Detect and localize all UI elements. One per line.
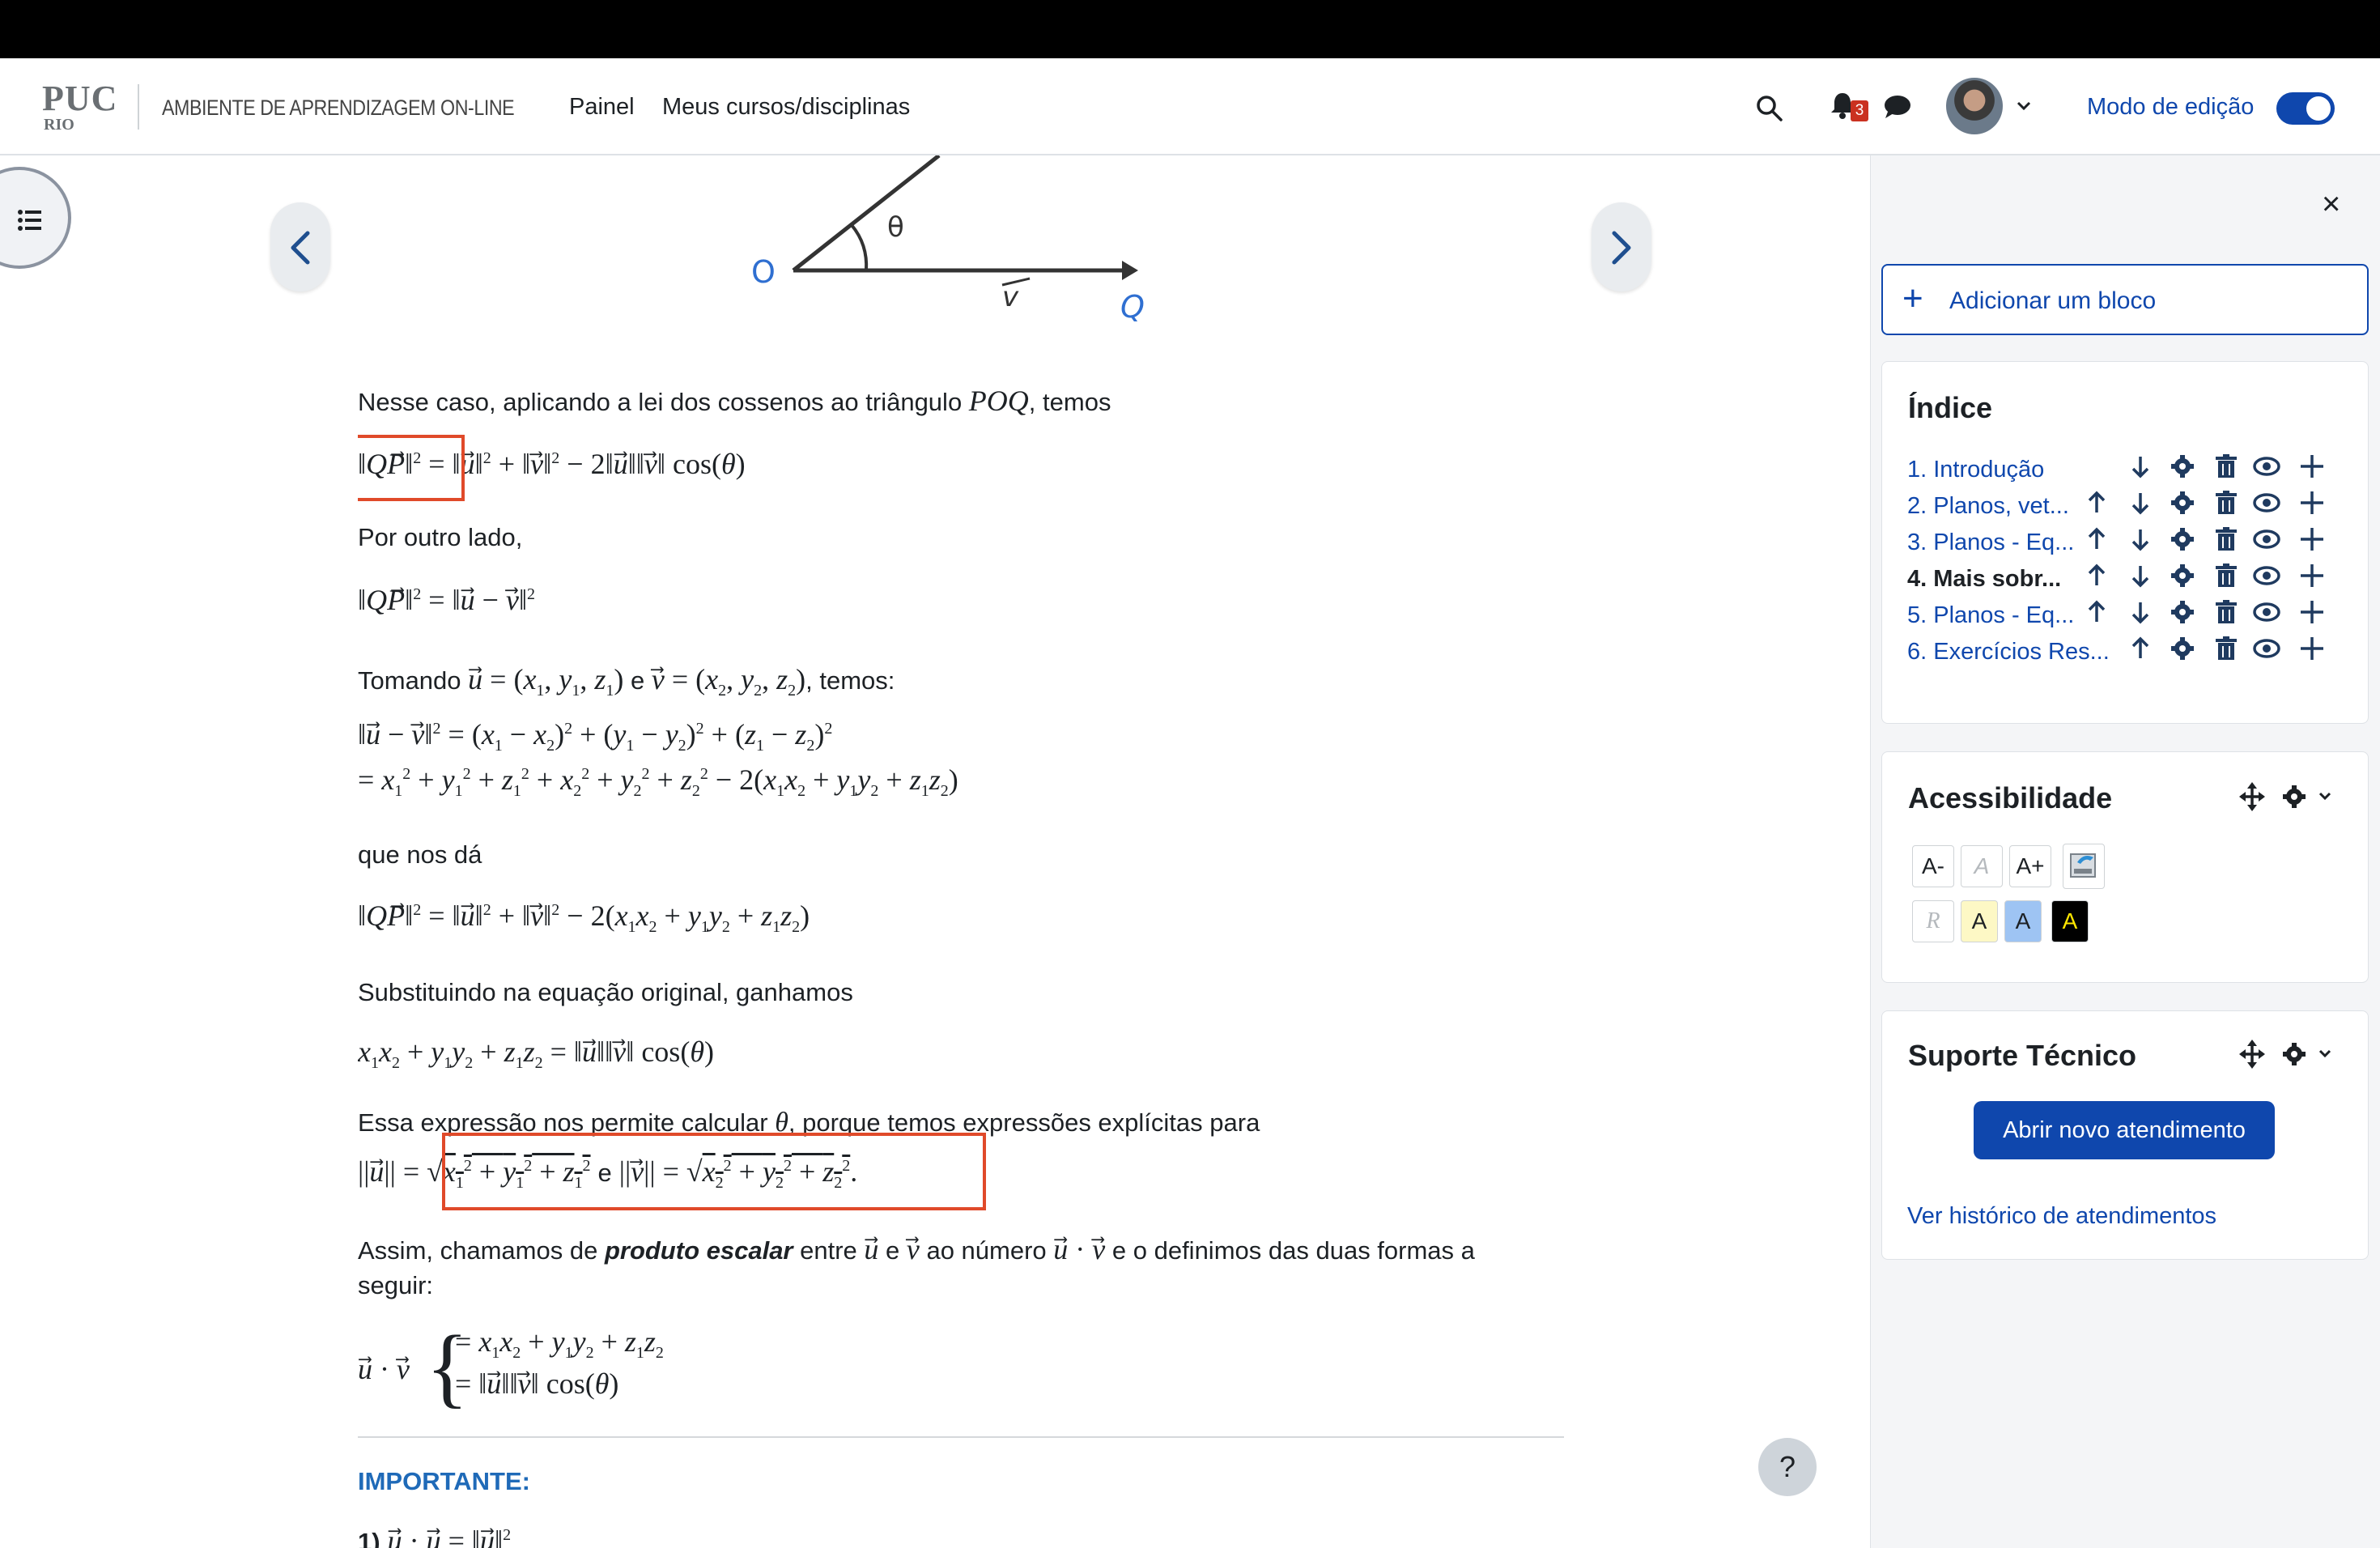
toc-item-2[interactable]: 2. Planos, vet... (1907, 493, 2069, 520)
block-settings-gear-icon[interactable] (2283, 1043, 2306, 1065)
color-black-button[interactable]: A (2051, 900, 2089, 942)
accessibility-block-controls (2239, 782, 2331, 811)
chevron-left-icon (291, 231, 310, 265)
color-blue-button[interactable]: A (2004, 900, 2042, 942)
paragraph-por-outro-lado: Por outro lado, (358, 523, 523, 551)
search-icon[interactable] (1755, 94, 1784, 123)
toc-item-4-current[interactable]: 4. Mais sobr... (1907, 566, 2061, 593)
open-ticket-button[interactable]: Abrir novo atendimento (1974, 1101, 2275, 1159)
paragraph-produto-escalar: Assim, chamamos de produto escalar entre… (358, 1233, 1475, 1265)
toc-action-icons (2088, 453, 2325, 661)
block-settings-gear-icon[interactable] (2283, 785, 2306, 808)
chat-icon[interactable] (1883, 94, 1912, 120)
highlight-box-norms (442, 1133, 986, 1210)
chevron-right-icon (1612, 231, 1631, 265)
previous-page-button[interactable] (270, 202, 330, 291)
toc-item-1[interactable]: 1. Introdução (1907, 457, 2044, 483)
toc-item-5[interactable]: 5. Planos - Eq... (1907, 602, 2074, 629)
paragraph-que-nos-da: que nos dá (358, 840, 482, 869)
font-decrease-button[interactable]: A- (1912, 845, 1954, 887)
nav-link-meus-cursos[interactable]: Meus cursos/disciplinas (662, 94, 910, 121)
paragraph-tomando: Tomando u⃗ = (x1, y1, z1) e v⃗ = (x2, y2… (358, 663, 895, 700)
highlight-box-qp (358, 435, 465, 501)
lesson-content: Nesse caso, aplicando a lei dos cossenos… (358, 155, 1572, 1548)
important-heading: IMPORTANTE: (358, 1467, 530, 1495)
support-block-controls (2239, 1040, 2331, 1069)
save-settings-button[interactable] (2063, 844, 2105, 889)
toc-item-6[interactable]: 6. Exercícios Res... (1907, 639, 2110, 666)
equation-expansion-line1: ‖u⃗ − v⃗‖2 = (x1 − x2)2 + (y1 − y2)2 + (… (358, 718, 833, 755)
equation-dot-product-relation: x1x2 + y1y2 + z1z2 = ‖u⃗‖‖v⃗‖ cos(θ) (358, 1036, 714, 1073)
paragraph-substituindo: Substituindo na equação original, ganham… (358, 978, 853, 1006)
user-avatar[interactable] (1946, 78, 2003, 134)
equation-important-1: 1) u⃗ · u⃗ = ‖u⃗‖2 (358, 1525, 512, 1548)
logo-divider (138, 84, 139, 130)
ticket-history-link[interactable]: Ver histórico de atendimentos (1907, 1203, 2216, 1230)
site-name[interactable]: AMBIENTE DE APRENDIZAGEM ON-LINE (162, 96, 515, 121)
notification-badge: 3 (1851, 100, 1868, 121)
toc-item-3[interactable]: 3. Planos - Eq... (1907, 529, 2074, 556)
technical-support-title: Suporte Técnico (1908, 1039, 2137, 1072)
font-increase-button[interactable]: A+ (2009, 845, 2051, 887)
equation-expansion-line2: = x12 + y12 + z12 + x22 + y22 + z22 − 2(… (358, 763, 958, 801)
add-block-button[interactable]: + Adicionar um bloco (1881, 264, 2369, 335)
course-index-toggle-button[interactable] (0, 167, 71, 269)
section-divider (358, 1436, 1564, 1438)
edit-mode-toggle[interactable] (2276, 92, 2335, 125)
move-icon[interactable] (2239, 782, 2265, 811)
paragraph-law-of-cosines: Nesse caso, aplicando a lei dos cossenos… (358, 385, 1111, 417)
top-black-bar (0, 0, 2380, 58)
plus-icon: + (1902, 279, 1923, 318)
color-reset-button[interactable]: R (1912, 900, 1954, 942)
block-chevron-down-icon[interactable] (2318, 792, 2331, 801)
close-drawer-icon[interactable]: × (2322, 186, 2340, 223)
puc-rio-logo[interactable]: PUC RIO (42, 81, 117, 134)
list-icon (18, 210, 41, 231)
help-button[interactable]: ? (1758, 1438, 1817, 1496)
chevron-down-icon[interactable] (2016, 100, 2032, 112)
next-page-button[interactable] (1592, 202, 1651, 291)
block-chevron-down-icon[interactable] (2318, 1049, 2331, 1058)
course-index-title: Índice (1908, 391, 1993, 424)
equation-qp-difference: ‖QP⃗‖2 = ‖u⃗ − v⃗‖2 (358, 584, 536, 616)
equation-qp-expanded: ‖QP⃗‖2 = ‖u⃗‖2 + ‖v⃗‖2 − 2(x1x2 + y1y2 +… (358, 899, 810, 937)
save-settings-icon (2070, 853, 2096, 878)
font-reset-button[interactable]: A (1961, 845, 2003, 887)
move-icon[interactable] (2239, 1040, 2265, 1069)
edit-mode-label: Modo de edição (2087, 94, 2255, 120)
accessibility-title: Acessibilidade (1908, 781, 2113, 814)
nav-link-painel[interactable]: Painel (569, 94, 635, 121)
color-yellow-button[interactable]: A (1961, 900, 1998, 942)
paragraph-seguir: seguir: (358, 1271, 434, 1299)
